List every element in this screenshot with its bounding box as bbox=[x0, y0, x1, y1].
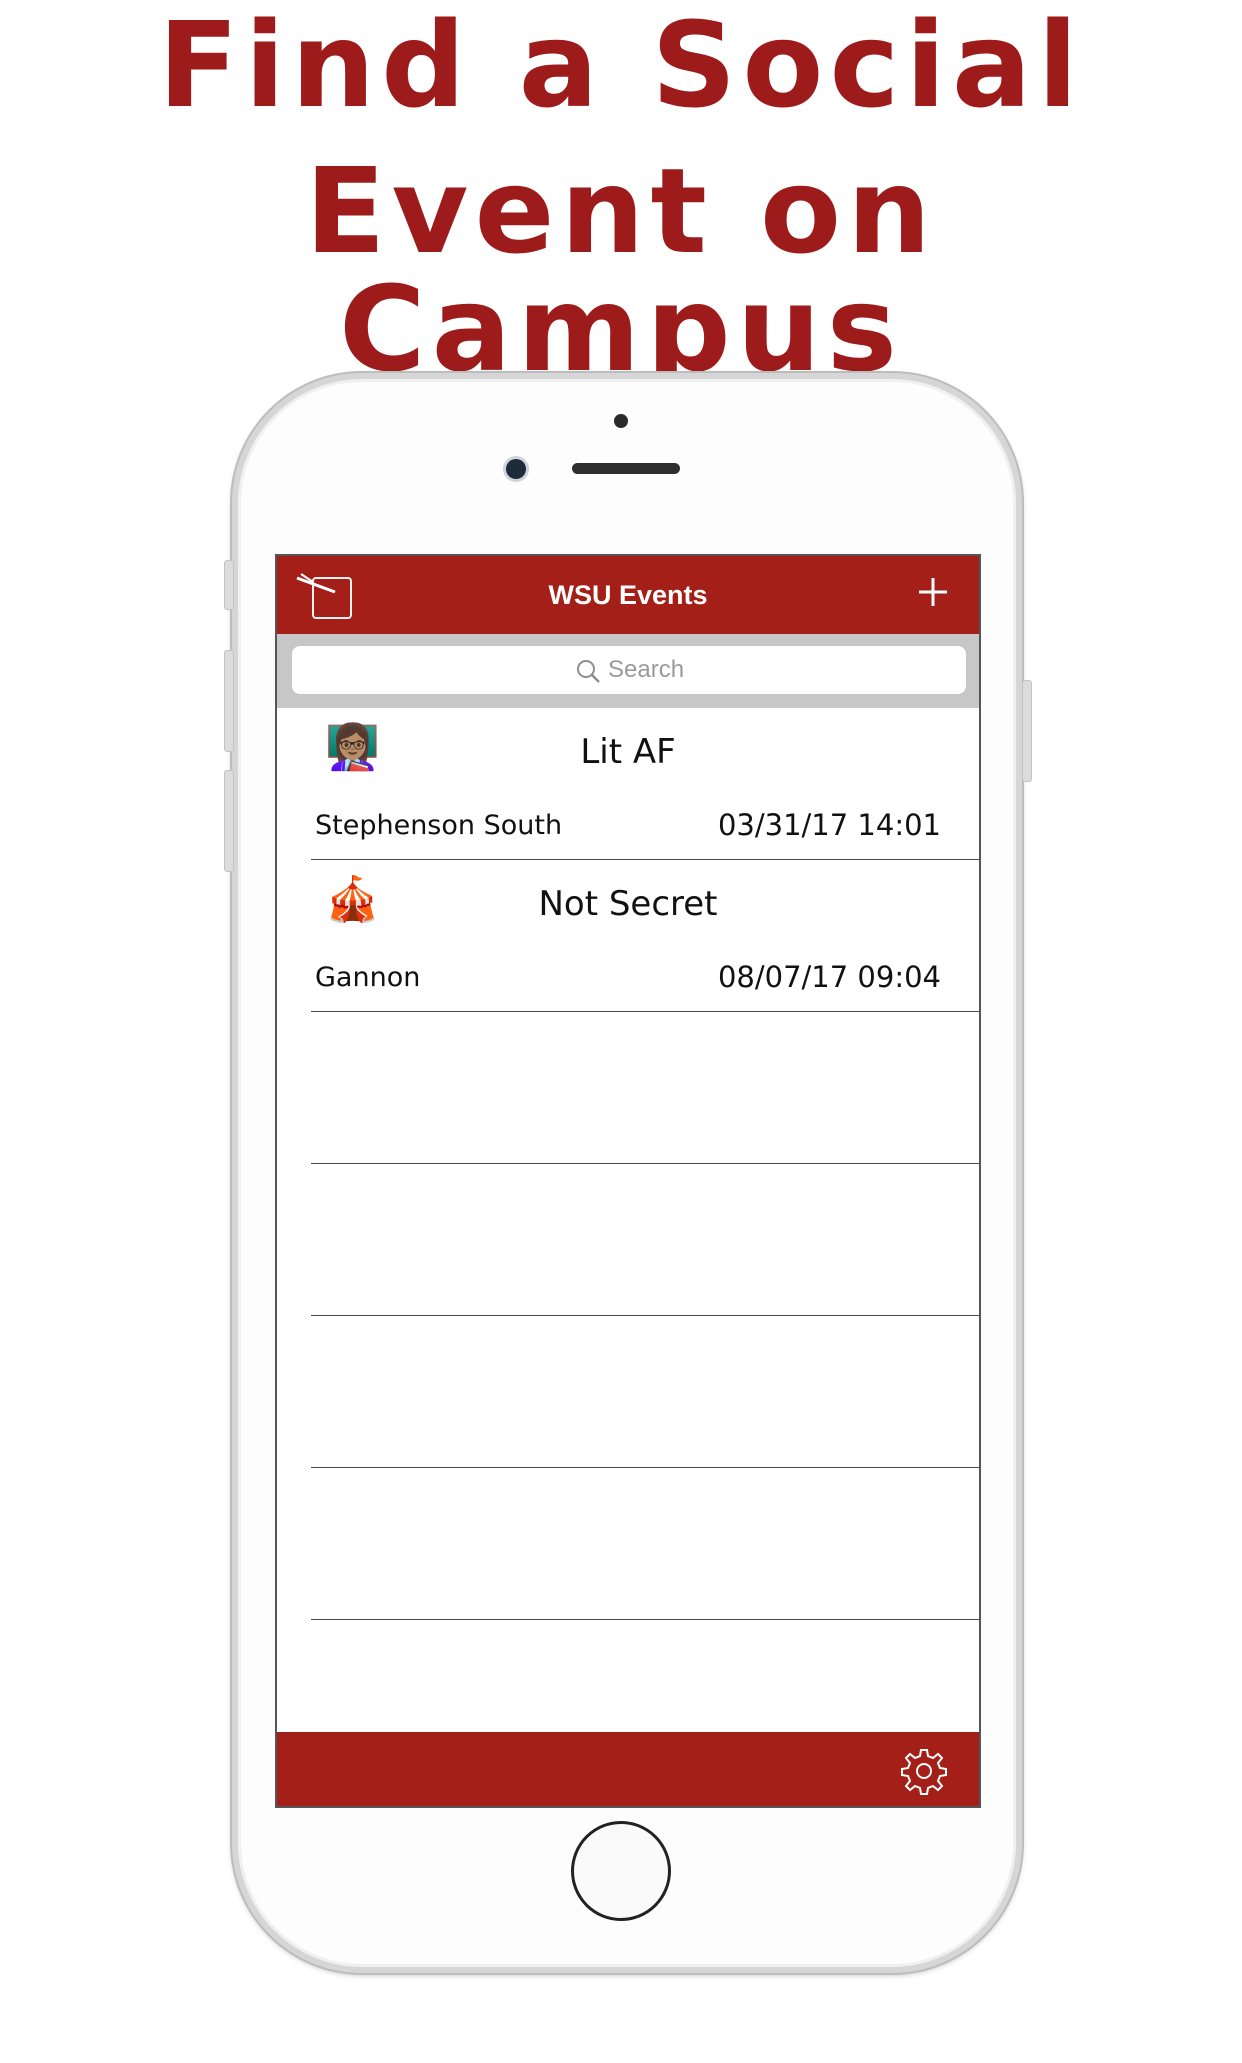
proximity-sensor bbox=[614, 414, 628, 428]
home-button[interactable] bbox=[571, 1821, 671, 1921]
event-title: Not Secret bbox=[538, 884, 718, 924]
app-screen: WSU Events Search 👩🏽‍🏫 Lit AF Stephenson… bbox=[275, 554, 981, 1808]
list-item[interactable] bbox=[277, 1468, 979, 1620]
bottom-toolbar bbox=[277, 1732, 979, 1806]
event-location: Gannon bbox=[315, 962, 421, 993]
phone-side-button bbox=[224, 560, 234, 610]
search-icon bbox=[577, 660, 600, 683]
list-item[interactable]: 🎪 Not Secret Gannon 08/07/17 09:04 bbox=[277, 860, 979, 1012]
phone-power-button bbox=[1022, 680, 1032, 782]
gear-icon[interactable] bbox=[899, 1746, 949, 1796]
navigation-bar: WSU Events bbox=[277, 556, 979, 634]
headline-line-1: Find a Social bbox=[158, 0, 1084, 134]
list-item[interactable] bbox=[277, 1316, 979, 1468]
headline-line-2: Event on Campus bbox=[304, 142, 938, 398]
events-list: 👩🏽‍🏫 Lit AF Stephenson South 03/31/17 14… bbox=[277, 708, 979, 1620]
front-camera bbox=[506, 459, 526, 479]
search-bar: Search bbox=[277, 634, 979, 708]
phone-volume-up bbox=[224, 650, 234, 752]
event-title: Lit AF bbox=[580, 732, 676, 772]
row-divider bbox=[311, 1619, 979, 1620]
list-item[interactable]: 👩🏽‍🏫 Lit AF Stephenson South 03/31/17 14… bbox=[277, 708, 979, 860]
event-datetime: 08/07/17 09:04 bbox=[717, 960, 941, 994]
search-placeholder: Search bbox=[608, 656, 685, 683]
phone-volume-down bbox=[224, 770, 234, 872]
plus-icon[interactable] bbox=[917, 576, 949, 608]
list-item[interactable] bbox=[277, 1164, 979, 1316]
earpiece-speaker bbox=[572, 463, 680, 474]
nav-title: WSU Events bbox=[548, 580, 708, 610]
event-datetime: 03/31/17 14:01 bbox=[717, 808, 941, 842]
event-location: Stephenson South bbox=[315, 810, 563, 841]
search-input[interactable]: Search bbox=[292, 646, 966, 694]
list-item[interactable] bbox=[277, 1012, 979, 1164]
